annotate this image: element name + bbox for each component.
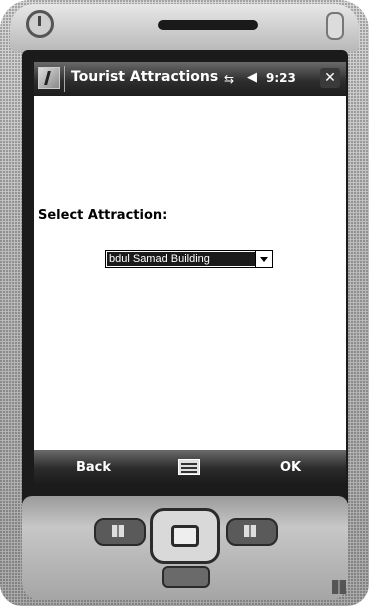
back-softkey[interactable]: Back xyxy=(76,460,111,475)
dpad[interactable] xyxy=(150,508,220,564)
windows-flag-icon xyxy=(112,525,124,537)
dropdown-selected-value[interactable]: bdul Samad Building xyxy=(107,252,255,266)
keyboard-icon[interactable] xyxy=(178,459,200,475)
title-bar: Tourist Attractions ⇆ ◀ 9:23 ✕ xyxy=(34,62,346,96)
softkey-bar: Back OK xyxy=(34,450,346,486)
chevron-down-icon[interactable] xyxy=(255,251,272,267)
notification-led xyxy=(326,12,344,40)
signal-icon[interactable]: ⇆ xyxy=(224,72,234,86)
app-content: Select Attraction: bdul Samad Building xyxy=(34,96,346,450)
window-title: Tourist Attractions xyxy=(71,69,219,85)
volume-icon[interactable]: ◀ xyxy=(247,70,257,85)
clock[interactable]: 9:23 xyxy=(266,71,296,85)
title-divider xyxy=(64,66,65,92)
speaker-grille xyxy=(158,20,258,30)
windows-logo-icon xyxy=(332,580,346,594)
hardware-right-softkey[interactable] xyxy=(226,518,278,546)
ok-softkey[interactable]: OK xyxy=(280,460,301,475)
start-menu-icon[interactable] xyxy=(38,67,60,89)
dpad-center-button[interactable] xyxy=(171,525,199,547)
hardware-ok-key[interactable] xyxy=(162,566,210,588)
select-attraction-label: Select Attraction: xyxy=(38,208,168,223)
device-body: Tourist Attractions ⇆ ◀ 9:23 ✕ Select At… xyxy=(0,0,369,606)
close-button[interactable]: ✕ xyxy=(320,68,340,88)
windows-flag-icon xyxy=(244,525,256,537)
power-button[interactable] xyxy=(26,10,54,38)
hardware-left-softkey[interactable] xyxy=(94,518,146,546)
attraction-dropdown[interactable]: bdul Samad Building xyxy=(105,250,273,268)
